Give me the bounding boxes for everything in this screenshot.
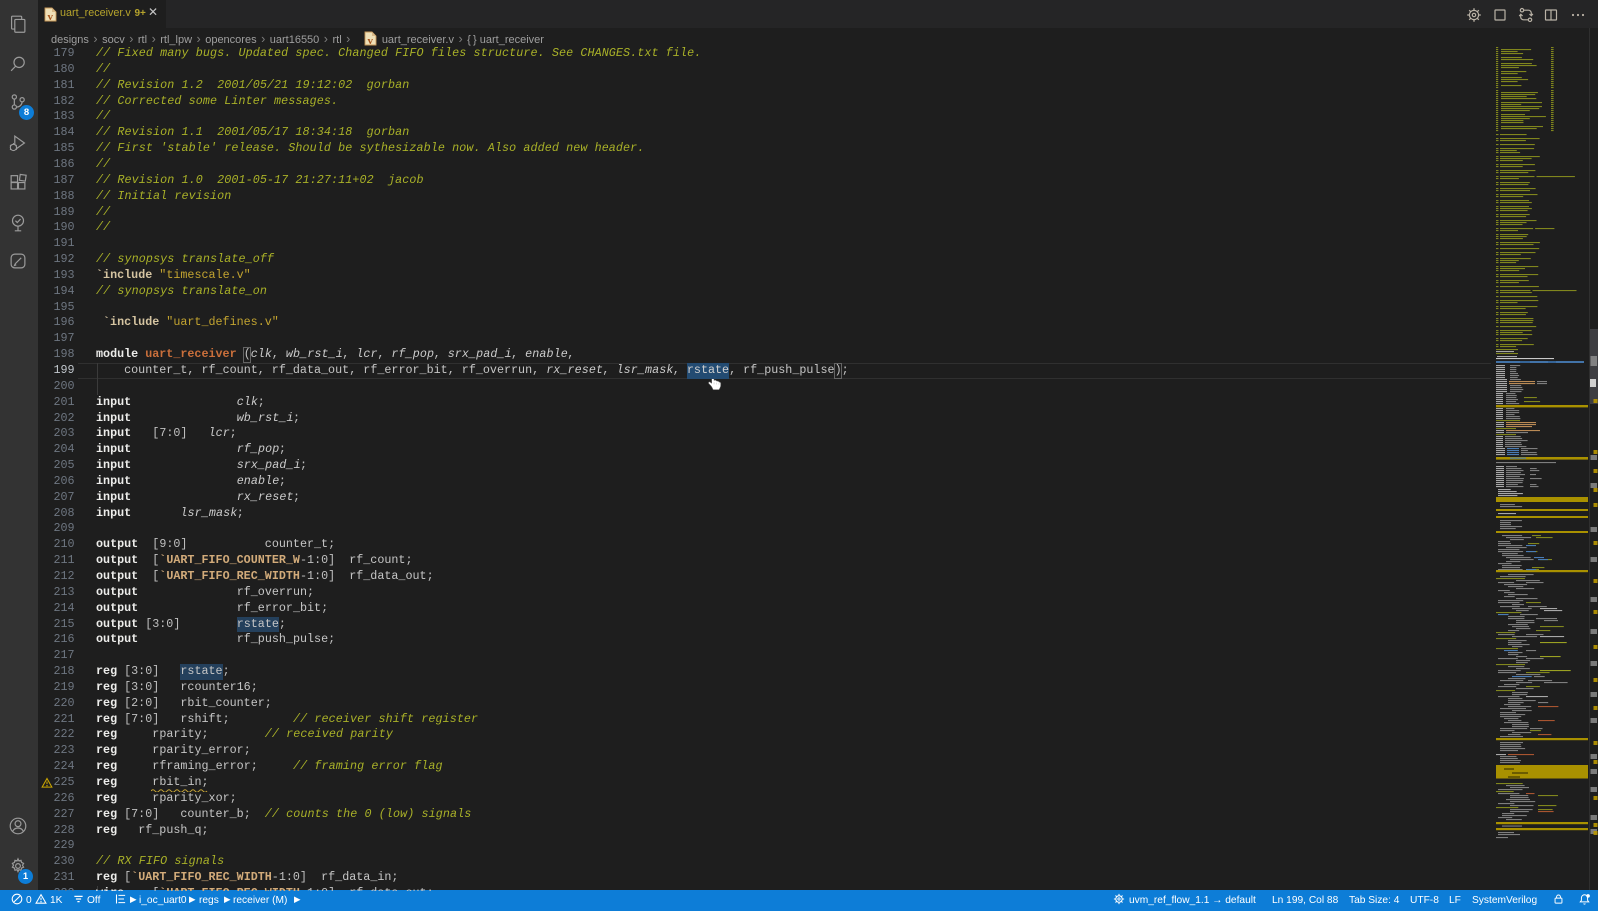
svg-text:v: v xyxy=(48,11,54,22)
svg-text:v: v xyxy=(367,35,373,46)
